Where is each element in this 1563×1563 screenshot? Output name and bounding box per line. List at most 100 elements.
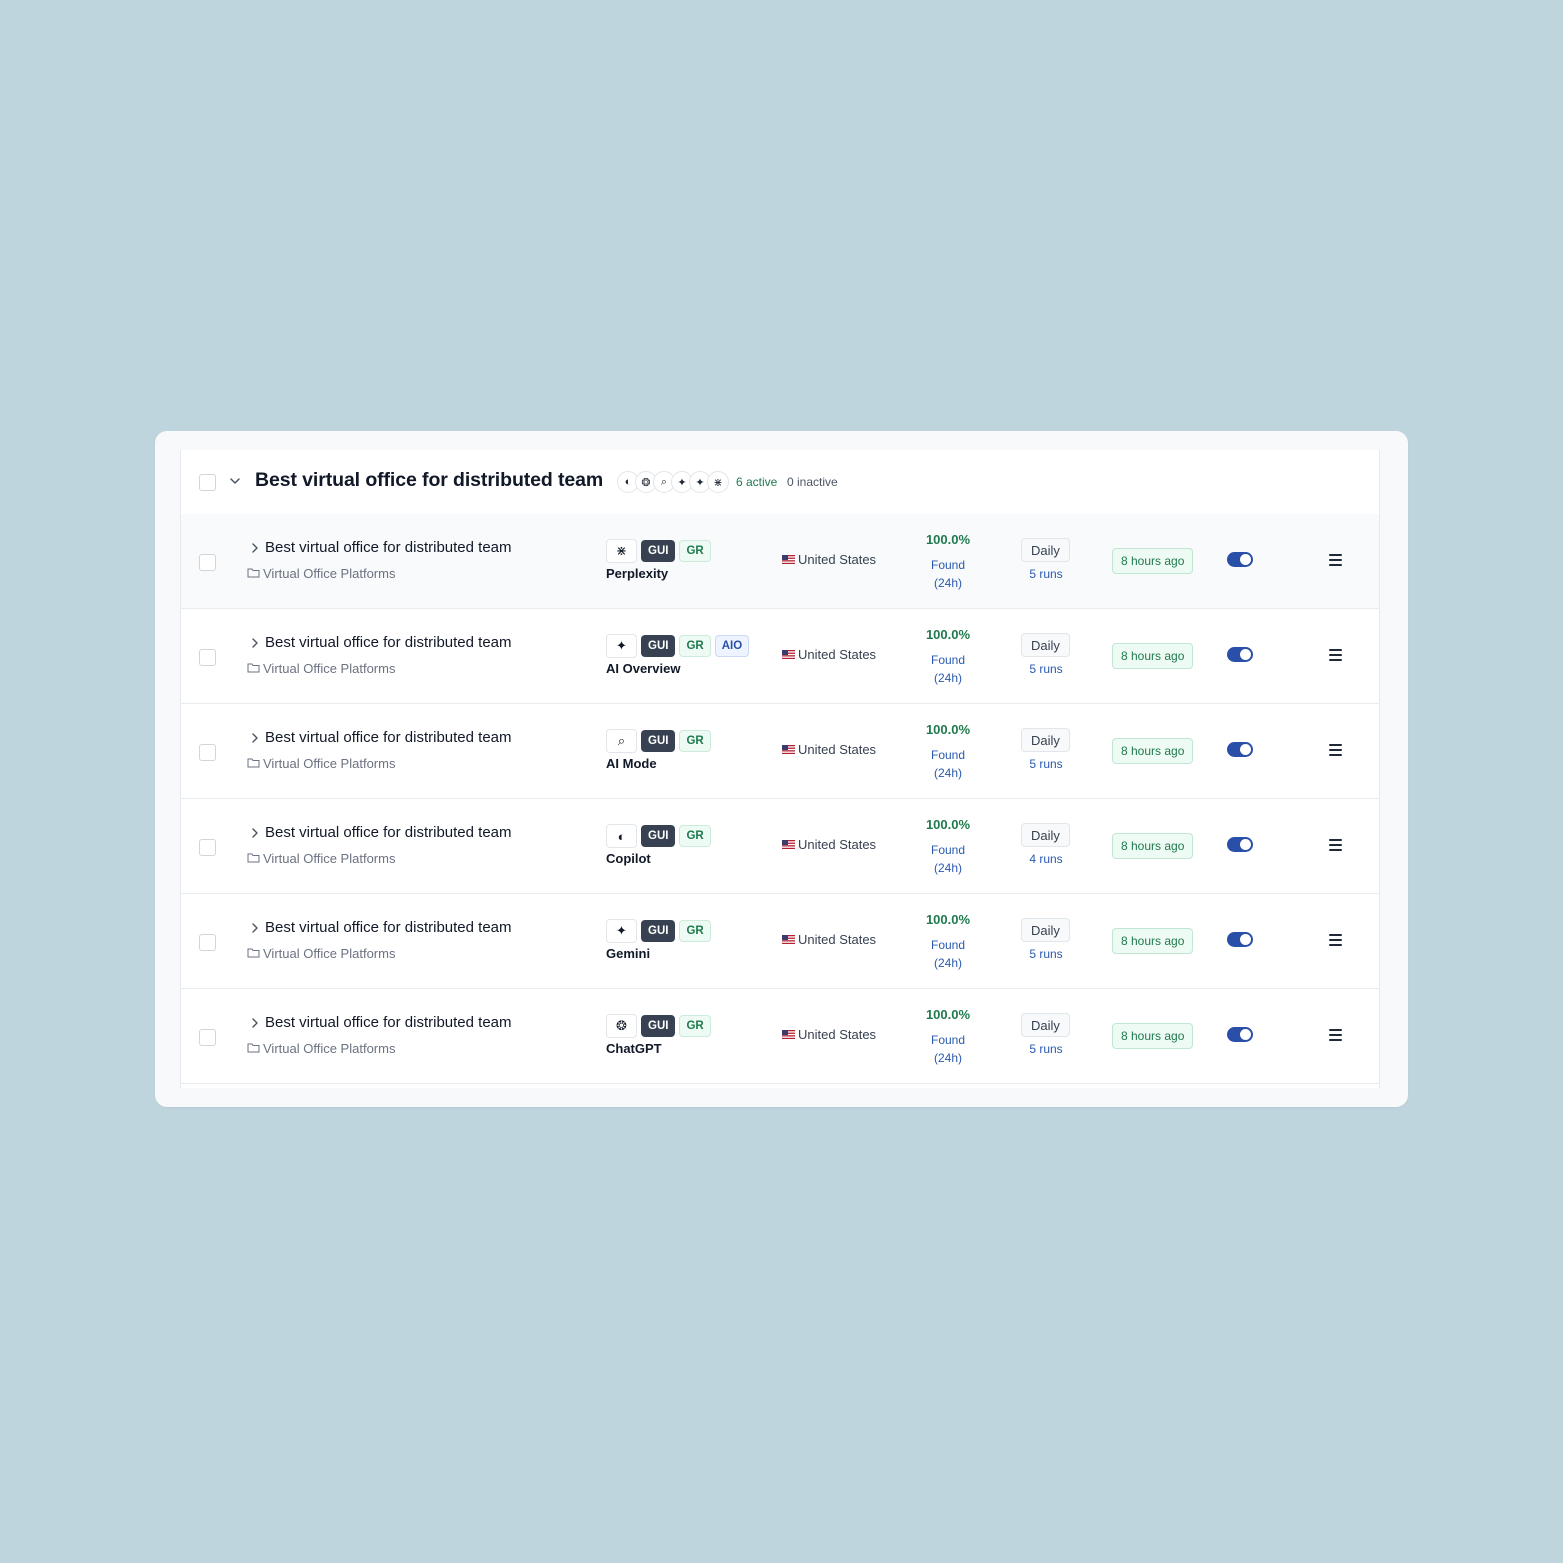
prompt-title[interactable]: Best virtual office for distributed team [265,539,512,556]
engine-name: Perplexity [606,566,669,581]
tag-gr: GR [679,825,711,847]
group-header: Best virtual office for distributed team… [181,450,1379,515]
engine-icon-cluster: ◐ ❂ ⌕ ✦ ✦ ⋇ [617,470,729,494]
us-flag-icon [782,935,795,944]
tag-gr: GR [679,920,711,942]
frequency-badge: Daily [1021,1013,1070,1037]
table-row[interactable]: Best virtual office for distributed team… [181,894,1379,989]
runs-count: 5 runs [1029,567,1063,581]
tag-gui: GUI [641,730,676,752]
found-percentage: 100.0% [925,1007,971,1022]
prompt-title[interactable]: Best virtual office for distributed team [265,824,512,841]
frequency-badge: Daily [1021,823,1070,847]
row-select-checkbox[interactable] [199,1029,216,1046]
folder-icon [247,758,260,768]
tag-gui: GUI [641,825,676,847]
engine-tags: ⋇ GUI GR [606,539,711,563]
perplexity-icon: ⋇ [707,471,729,493]
perplexity-icon: ⋇ [606,539,637,563]
menu-icon[interactable] [1329,934,1342,946]
prompt-title[interactable]: Best virtual office for distributed team [265,919,512,936]
country-label: United States [798,932,877,947]
found-label: Found (24h) [916,651,980,687]
us-flag-icon [782,840,795,849]
found-percentage: 100.0% [925,532,971,547]
country-label: United States [798,742,877,757]
enabled-toggle[interactable] [1227,552,1253,567]
prompt-title[interactable]: Best virtual office for distributed team [265,729,512,746]
found-text: Found [930,1033,966,1047]
toggle-knob [1240,554,1251,565]
engine-name: Gemini [606,946,651,961]
country-label: United States [798,552,877,567]
chevron-right-icon[interactable] [250,923,260,933]
prompt-title[interactable]: Best virtual office for distributed team [265,634,512,651]
toggle-knob [1240,1029,1251,1040]
chevron-right-icon[interactable] [250,1018,260,1028]
found-percentage: 100.0% [925,817,971,832]
chevron-down-icon[interactable] [229,475,241,487]
prompt-title[interactable]: Best virtual office for distributed team [265,1014,512,1031]
found-text: Found [930,558,966,572]
menu-icon[interactable] [1329,649,1342,661]
table-row[interactable]: Best virtual office for distributed team… [181,704,1379,799]
group-select-checkbox[interactable] [199,474,216,491]
found-percentage: 100.0% [925,722,971,737]
tag-aio: AIO [714,635,750,657]
found-text: Found [930,843,966,857]
found-window: (24h) [933,956,962,970]
enabled-toggle[interactable] [1227,932,1253,947]
chevron-right-icon[interactable] [250,638,260,648]
row-select-checkbox[interactable] [199,554,216,571]
menu-icon[interactable] [1329,744,1342,756]
frequency-badge: Daily [1021,633,1070,657]
runs-count: 5 runs [1029,947,1063,961]
chevron-right-icon[interactable] [250,828,260,838]
runs-count: 4 runs [1029,852,1063,866]
menu-icon[interactable] [1329,554,1342,566]
tag-gr: GR [679,1015,711,1037]
tag-gr: GR [679,540,711,562]
table-row[interactable]: Best virtual office for distributed team… [181,609,1379,704]
tag-gui: GUI [641,635,676,657]
engine-name: AI Overview [606,661,681,676]
topic-label: Virtual Office Platforms [263,851,396,866]
enabled-toggle[interactable] [1227,837,1253,852]
last-run-badge: 8 hours ago [1112,548,1194,574]
found-window: (24h) [933,671,962,685]
last-run-badge: 8 hours ago [1112,738,1194,764]
copilot-icon: ◐ [606,824,637,848]
runs-count: 5 runs [1029,757,1063,771]
last-run-badge: 8 hours ago [1112,1023,1194,1049]
menu-icon[interactable] [1329,839,1342,851]
toggle-knob [1240,839,1251,850]
row-select-checkbox[interactable] [199,649,216,666]
frequency-badge: Daily [1021,918,1070,942]
row-select-checkbox[interactable] [199,744,216,761]
table-row[interactable]: Best virtual office for distributed team… [181,514,1379,609]
us-flag-icon [782,1030,795,1039]
found-label: Found (24h) [916,936,980,972]
found-label: Found (24h) [916,556,980,592]
enabled-toggle[interactable] [1227,742,1253,757]
found-window: (24h) [933,766,962,780]
topic-label: Virtual Office Platforms [263,566,396,581]
menu-icon[interactable] [1329,1029,1342,1041]
folder-icon [247,853,260,863]
country-label: United States [798,837,877,852]
table-row[interactable]: Best virtual office for distributed team… [181,989,1379,1084]
toggle-knob [1240,934,1251,945]
country-label: United States [798,1027,877,1042]
tag-gui: GUI [641,540,676,562]
last-run-badge: 8 hours ago [1112,833,1194,859]
ai-mode-icon: ⌕ [606,729,637,753]
frequency-badge: Daily [1021,728,1070,752]
row-select-checkbox[interactable] [199,934,216,951]
folder-icon [247,948,260,958]
row-select-checkbox[interactable] [199,839,216,856]
enabled-toggle[interactable] [1227,647,1253,662]
chevron-right-icon[interactable] [250,543,260,553]
table-row[interactable]: Best virtual office for distributed team… [181,799,1379,894]
enabled-toggle[interactable] [1227,1027,1253,1042]
chevron-right-icon[interactable] [250,733,260,743]
